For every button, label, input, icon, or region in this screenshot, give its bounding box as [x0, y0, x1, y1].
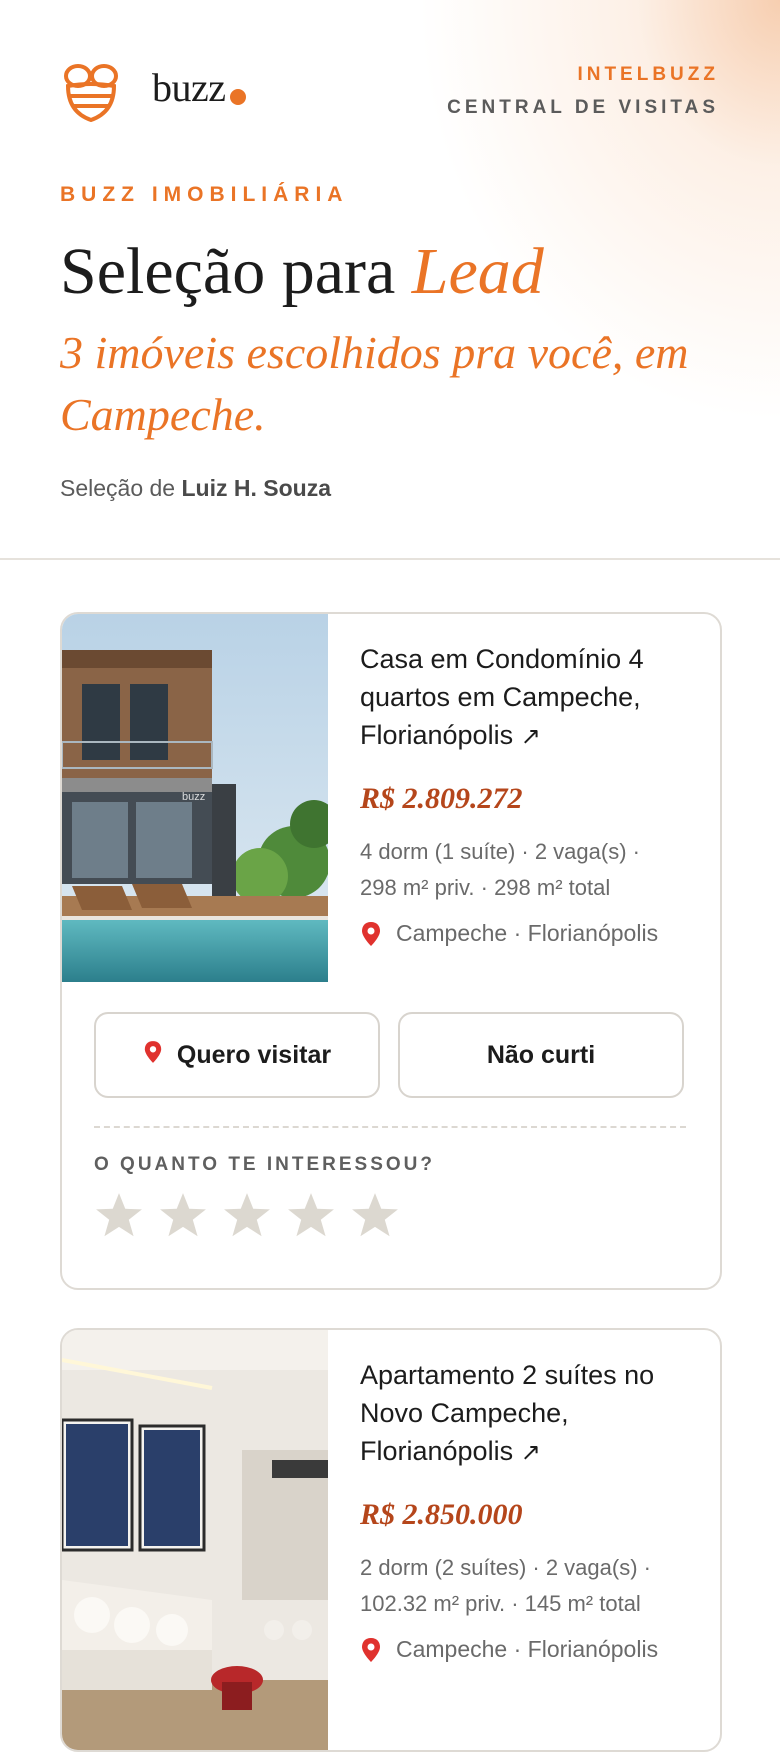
bee-logo-icon — [60, 60, 122, 127]
page-subtitle: 3 imóveis escolhidos pra você, em Campec… — [60, 327, 689, 440]
listing-actions: Quero visitar Não curti — [94, 1012, 686, 1100]
listing-specs-line-1: 2 dorm (2 suítes) · 2 vaga(s) · — [360, 1555, 651, 1580]
listing-title-text[interactable]: Casa em Condomínio 4 quartos em Campeche… — [360, 644, 644, 750]
listing-card: Apartamento 2 suítes no Novo Campeche, F… — [60, 1328, 722, 1752]
listing-specs: 2 dorm (2 suítes) · 2 vaga(s) · 102.32 m… — [360, 1550, 700, 1622]
listing-title[interactable]: Apartamento 2 suítes no Novo Campeche, F… — [360, 1356, 700, 1472]
listing-specs-line-1: 4 dorm (1 suíte) · 2 vaga(s) · — [360, 839, 640, 864]
location-pin-icon — [360, 1637, 382, 1663]
photo-watermark: buzz — [182, 791, 205, 803]
listing-title[interactable]: Casa em Condomínio 4 quartos em Campeche… — [360, 640, 700, 756]
star-icon[interactable] — [286, 1190, 336, 1240]
star-rating — [94, 1190, 400, 1240]
external-arrow-icon[interactable]: ↗ — [521, 723, 541, 750]
listing-price: R$ 2.809.272 — [360, 782, 523, 815]
listing-location-text: Campeche · Florianópolis — [396, 920, 659, 946]
lead-name: Lead — [411, 235, 544, 308]
listing-card: buzz Casa em Condomínio 4 quartos em Cam… — [60, 612, 722, 1290]
curator-prefix: Seleção de — [60, 475, 182, 501]
curator-line: Seleção de Luiz H. Souza — [60, 475, 331, 502]
page-title: Seleção para Lead — [60, 232, 544, 312]
want-to-visit-button[interactable]: Quero visitar — [94, 1012, 380, 1098]
curator-name: Luiz H. Souza — [181, 475, 331, 501]
location-pin-icon — [360, 921, 382, 947]
star-icon[interactable] — [158, 1190, 208, 1240]
listing-price: R$ 2.850.000 — [360, 1498, 523, 1531]
dislike-label: Não curti — [486, 1040, 596, 1069]
listing-info: Apartamento 2 suítes no Novo Campeche, F… — [360, 1356, 700, 1663]
logo-wordmark: buzz — [152, 65, 226, 110]
listing-photo[interactable]: buzz — [62, 614, 328, 982]
listing-photo[interactable] — [62, 1330, 328, 1750]
listing-location-text: Campeche · Florianópolis — [396, 1636, 659, 1662]
star-icon[interactable] — [350, 1190, 400, 1240]
hero-header: buzz INTELBUZZ CENTRAL DE VISITAS BUZZ I… — [0, 0, 780, 560]
listing-specs-line-2: 102.32 m² priv. · 145 m² total — [360, 1591, 641, 1616]
listing-specs-line-2: 298 m² priv. · 298 m² total — [360, 875, 611, 900]
agency-name: BUZZ IMOBILIÁRIA — [60, 183, 349, 206]
brand-name: INTELBUZZ — [577, 64, 719, 85]
listing-info: Casa em Condomínio 4 quartos em Campeche… — [360, 640, 700, 947]
page-title-prefix: Seleção para — [60, 235, 412, 308]
listing-title-text[interactable]: Apartamento 2 suítes no Novo Campeche, F… — [360, 1360, 654, 1466]
external-arrow-icon[interactable]: ↗ — [521, 1439, 541, 1466]
listing-location: Campeche · Florianópolis — [360, 1636, 700, 1663]
star-icon[interactable] — [94, 1190, 144, 1240]
dashed-divider — [94, 1126, 686, 1128]
brand-subtitle: CENTRAL DE VISITAS — [447, 97, 719, 118]
listing-location: Campeche · Florianópolis — [360, 920, 700, 947]
location-pin-icon — [143, 1040, 163, 1071]
listing-specs: 4 dorm (1 suíte) · 2 vaga(s) · 298 m² pr… — [360, 834, 700, 906]
star-icon[interactable] — [222, 1190, 272, 1240]
dislike-button[interactable]: Não curti — [398, 1012, 684, 1098]
want-to-visit-label: Quero visitar — [176, 1040, 332, 1069]
logo-dot — [230, 89, 246, 105]
rating-label: O QUANTO TE INTERESSOU? — [94, 1154, 436, 1175]
